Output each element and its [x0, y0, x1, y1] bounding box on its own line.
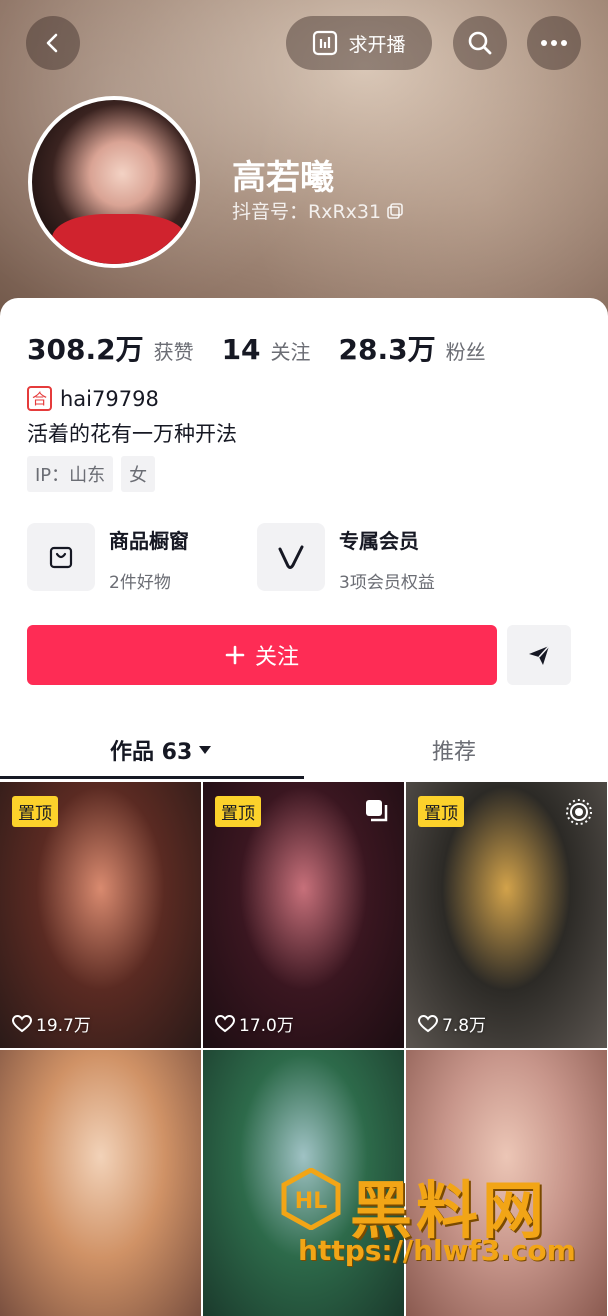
likes-count: 308.2万 — [27, 333, 144, 366]
video-likes: 19.7万 — [12, 1011, 91, 1036]
search-icon — [468, 31, 492, 55]
live-photo-icon — [565, 798, 593, 830]
content-tabs: 作品 63 推荐 — [0, 720, 608, 780]
shop-title: 商品橱窗 — [109, 529, 189, 553]
video-thumbnail[interactable] — [0, 1050, 201, 1316]
heart-icon — [418, 1014, 438, 1032]
copy-icon[interactable] — [387, 202, 403, 219]
caret-down-icon — [199, 746, 212, 754]
send-arrow-icon — [529, 645, 550, 665]
request-live-label: 求开播 — [348, 33, 406, 56]
tab-recommend[interactable]: 推荐 — [432, 734, 476, 766]
video-thumbnail[interactable]: 置顶 7.8万 — [406, 782, 607, 1048]
shop-icon-box — [27, 523, 95, 591]
request-live-button[interactable]: 求开播 — [286, 16, 432, 70]
handle-row: 合 hai79798 — [27, 386, 159, 411]
avatar-clothing — [52, 214, 186, 264]
pinned-badge: 置顶 — [418, 796, 464, 827]
heart-icon — [12, 1014, 32, 1032]
message-button[interactable] — [507, 625, 571, 685]
membership-subtitle: 3项会员权益 — [339, 573, 435, 593]
shopping-bag-icon — [49, 546, 73, 569]
followers-count[interactable]: 28.3万 — [339, 328, 436, 368]
multi-image-icon — [364, 798, 390, 828]
more-dots-icon — [541, 40, 567, 46]
svg-text:HL: HL — [295, 1189, 327, 1214]
douyin-id[interactable]: 抖音号：RxRx31 — [232, 197, 403, 224]
membership-entry[interactable]: 专属会员 3项会员权益 — [257, 523, 435, 593]
video-thumbnail[interactable]: 置顶 19.7万 — [0, 782, 201, 1048]
shop-window-entry[interactable]: 商品橱窗 2件好物 — [27, 523, 189, 593]
ip-tag: IP：山东 — [27, 456, 114, 492]
tab-works[interactable]: 作品 63 — [110, 734, 212, 766]
membership-title: 专属会员 — [339, 529, 419, 553]
bio-text: 活着的花有一万种开法 — [27, 422, 237, 446]
gender-tag: 女 — [121, 456, 156, 492]
back-button[interactable] — [26, 16, 80, 70]
plus-icon — [225, 645, 245, 665]
handle-text: hai79798 — [60, 386, 159, 411]
follow-label: 关注 — [254, 645, 299, 670]
following-label[interactable]: 关注 — [271, 336, 311, 365]
vip-v-icon — [278, 545, 304, 569]
following-count[interactable]: 14 — [222, 333, 261, 366]
tab-indicator — [0, 776, 304, 779]
live-chart-icon — [313, 30, 338, 56]
douyin-id-text: 抖音号：RxRx31 — [232, 201, 382, 223]
video-likes: 17.0万 — [215, 1011, 294, 1036]
watermark-logo-icon: HL — [281, 1168, 341, 1230]
profile-tags: IP：山东 女 — [27, 456, 156, 492]
video-thumbnail[interactable]: 置顶 17.0万 — [203, 782, 404, 1048]
more-button[interactable] — [527, 16, 581, 70]
video-likes-count: 17.0万 — [239, 1016, 294, 1036]
followers-label[interactable]: 粉丝 — [446, 336, 486, 365]
vip-icon-box — [257, 523, 325, 591]
shop-subtitle: 2件好物 — [109, 573, 171, 593]
follow-button[interactable]: 关注 — [27, 625, 497, 685]
likes-label: 获赞 — [153, 340, 194, 364]
chevron-left-icon — [46, 33, 58, 53]
watermark-url: https://hlwf3.com — [298, 1234, 576, 1267]
video-likes-count: 7.8万 — [442, 1016, 487, 1036]
video-likes-count: 19.7万 — [36, 1016, 91, 1036]
he-badge-icon: 合 — [27, 386, 52, 411]
stats-row: 308.2万 获赞 14 关注 28.3万 粉丝 — [27, 328, 514, 368]
pinned-badge: 置顶 — [215, 796, 261, 827]
search-button[interactable] — [453, 16, 507, 70]
avatar[interactable] — [28, 96, 200, 268]
heart-icon — [215, 1014, 235, 1032]
tab-works-label: 作品 63 — [110, 740, 193, 765]
profile-name: 高若曦 — [232, 158, 334, 198]
watermark: HL 黑料网 https://hlwf3.com — [280, 1160, 600, 1275]
video-likes: 7.8万 — [418, 1011, 486, 1036]
pinned-badge: 置顶 — [12, 796, 58, 827]
